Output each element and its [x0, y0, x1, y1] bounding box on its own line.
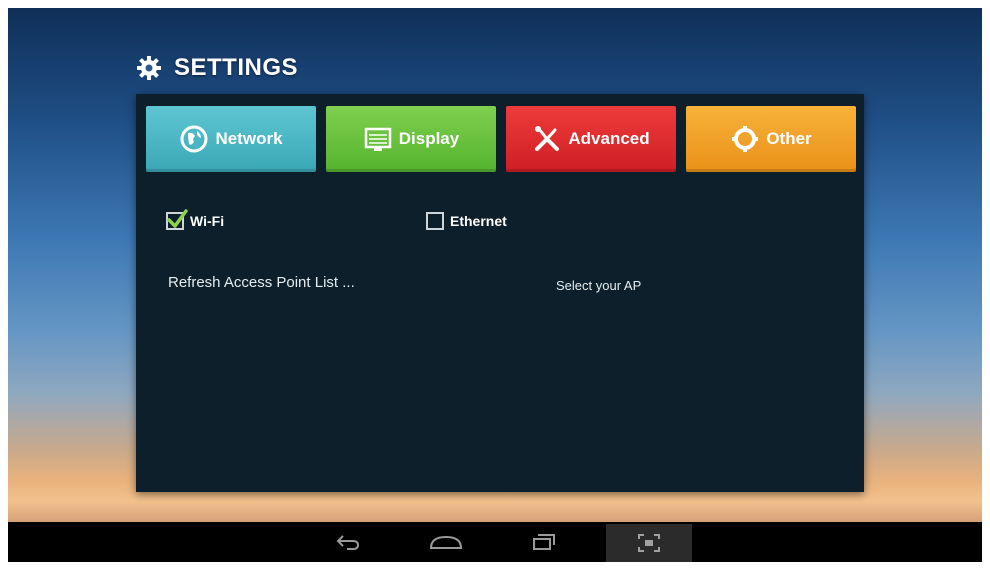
connection-options: Wi-Fi Ethernet — [166, 209, 507, 230]
globe-icon — [179, 124, 209, 154]
checkmark-icon — [167, 209, 188, 228]
settings-header: SETTINGS — [136, 50, 298, 86]
wifi-label: Wi-Fi — [190, 213, 225, 229]
gear-icon — [136, 55, 162, 81]
ethernet-label: Ethernet — [450, 213, 507, 229]
ethernet-checkbox[interactable]: Ethernet — [426, 212, 507, 230]
screen: SETTINGS Network Display Advanced Other … — [8, 8, 982, 562]
screenshot-button[interactable] — [606, 524, 692, 562]
tab-network-label: Network — [215, 129, 283, 148]
refresh-ap-list-button[interactable]: Refresh Access Point List ... — [168, 274, 355, 291]
display-icon — [363, 124, 393, 154]
recent-apps-button[interactable] — [514, 528, 574, 556]
checkbox-checked[interactable] — [166, 209, 188, 230]
tab-other-label: Other — [766, 129, 812, 148]
tab-advanced[interactable]: Advanced — [506, 106, 676, 172]
recent-apps-icon — [533, 534, 555, 550]
tab-other[interactable]: Other — [686, 106, 856, 172]
home-icon — [429, 535, 463, 549]
checkbox-unchecked[interactable] — [426, 212, 444, 230]
tab-advanced-label: Advanced — [568, 129, 650, 148]
home-button[interactable] — [416, 528, 476, 556]
system-navbar — [8, 522, 982, 562]
settings-panel: Network Display Advanced Other Wi-Fi Eth… — [136, 94, 864, 492]
back-icon — [336, 535, 360, 550]
screenshot-icon — [638, 534, 660, 552]
tools-icon — [532, 124, 562, 154]
settings-tabs: Network Display Advanced Other — [146, 106, 856, 172]
select-ap-label: Select your AP — [556, 278, 642, 293]
tab-network[interactable]: Network — [146, 106, 316, 172]
back-button[interactable] — [318, 528, 378, 556]
tab-display-label: Display — [398, 129, 460, 148]
page-title: SETTINGS — [174, 54, 299, 81]
tab-display[interactable]: Display — [326, 106, 496, 172]
wifi-checkbox[interactable]: Wi-Fi — [166, 209, 225, 230]
gear-icon — [730, 124, 760, 154]
